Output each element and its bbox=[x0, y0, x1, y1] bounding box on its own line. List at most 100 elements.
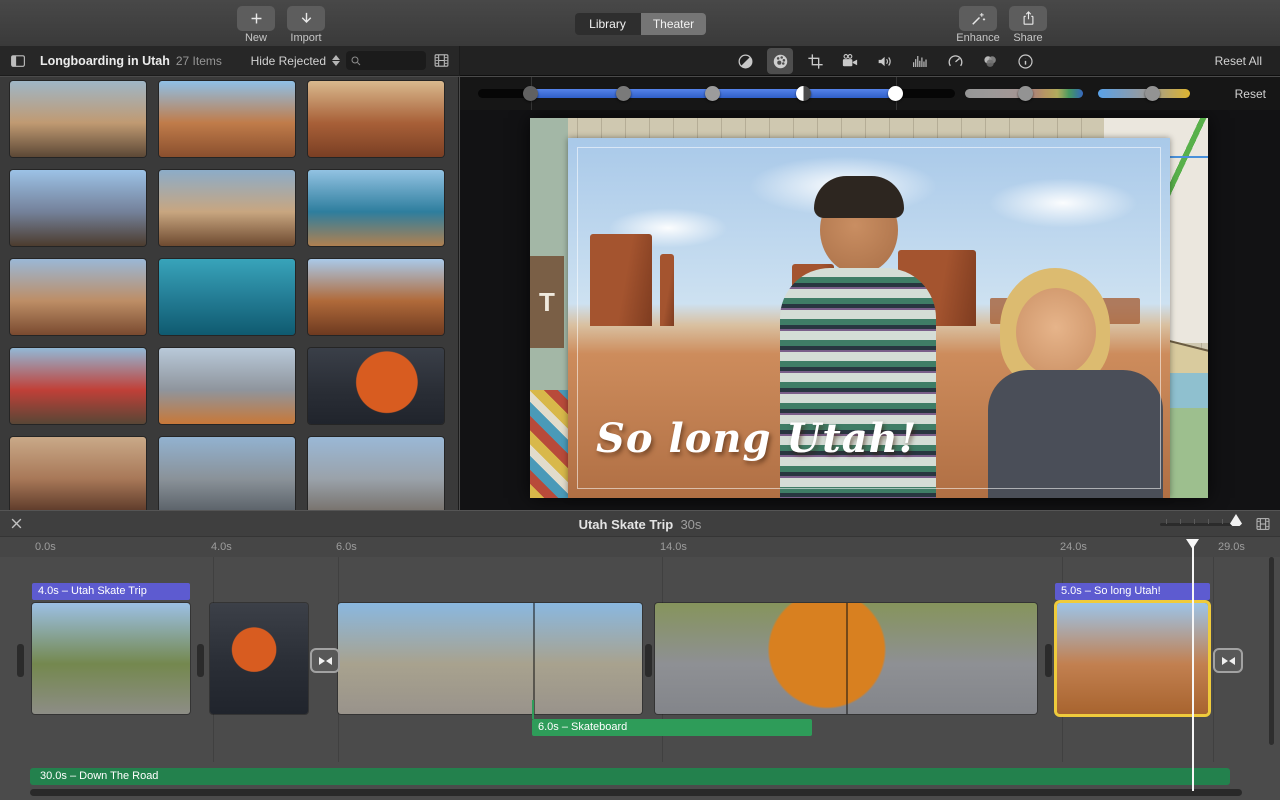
timeline-clip-orange-helmet-skaters[interactable] bbox=[655, 603, 1037, 714]
horizontal-scrollbar[interactable] bbox=[30, 789, 1242, 796]
temperature-slider[interactable] bbox=[1098, 89, 1190, 98]
adjustments-icon-row bbox=[732, 48, 1038, 74]
share-icon bbox=[1020, 10, 1037, 27]
browser-header: Longboarding in Utah 27 Items Hide Rejec… bbox=[0, 46, 460, 76]
library-theater-segmented-control: Library Theater bbox=[575, 13, 706, 35]
search-input[interactable] bbox=[365, 54, 419, 68]
timeline-clip-mountain-road-skaters[interactable] bbox=[338, 603, 642, 714]
preview-photo: So long Utah! bbox=[568, 138, 1170, 498]
browser-title: Longboarding in Utah bbox=[40, 54, 170, 68]
levels-knob-2[interactable] bbox=[705, 86, 720, 101]
filter-stepper-icon[interactable] bbox=[332, 55, 340, 66]
levels-knob-4[interactable] bbox=[888, 86, 903, 101]
color-correction-icon[interactable] bbox=[767, 48, 793, 74]
timeline-clip-couple-monument-valley[interactable] bbox=[1057, 603, 1208, 714]
preview-frame-map-collage: T 52 AUS bbox=[530, 118, 1208, 498]
new-button[interactable] bbox=[237, 6, 275, 31]
ruler-label-14.0s: 14.0s bbox=[660, 541, 687, 553]
tab-library[interactable]: Library bbox=[575, 13, 640, 35]
clip-title-bar[interactable]: 5.0s – So long Utah! bbox=[1055, 583, 1210, 600]
butte-spike bbox=[660, 254, 674, 326]
volume-icon[interactable] bbox=[872, 48, 898, 74]
filter-dropdown[interactable]: Hide Rejected bbox=[251, 54, 326, 68]
browser-thumbnail-longboarder-orange-road[interactable] bbox=[159, 348, 295, 424]
browser-thumbnail-red-helmet-portrait[interactable] bbox=[10, 348, 146, 424]
transition-icon[interactable] bbox=[1213, 648, 1243, 673]
levels-knob-3[interactable] bbox=[796, 86, 811, 101]
browser-thumbnail-canyon-mountain-biker[interactable] bbox=[308, 259, 444, 335]
temperature-slider-knob[interactable] bbox=[1145, 86, 1160, 101]
trim-handle[interactable] bbox=[645, 644, 652, 677]
project-duration: 30s bbox=[680, 517, 701, 532]
playhead-line[interactable] bbox=[1192, 539, 1194, 791]
adjustments-toolbar: Reset All bbox=[460, 46, 1280, 76]
browser-thumbnail-canyon-overlook-hiker[interactable] bbox=[308, 81, 444, 157]
timeline-project-title: Utah Skate Trip 30s bbox=[0, 517, 1280, 532]
browser-thumbnail-three-friends-selfie[interactable] bbox=[10, 259, 146, 335]
clip-title-bar[interactable]: 4.0s – Utah Skate Trip bbox=[32, 583, 190, 600]
share-button[interactable] bbox=[1009, 6, 1047, 31]
transition-icon[interactable] bbox=[310, 648, 340, 673]
browser-thumbnail-cliff-jump-lake[interactable] bbox=[308, 170, 444, 246]
clip-filter-circles-icon[interactable] bbox=[977, 48, 1003, 74]
clip-appearance-icon[interactable] bbox=[1254, 516, 1272, 532]
music-clip-down-the-road[interactable]: 30.0s – Down The Road bbox=[30, 768, 1230, 785]
enhance-button[interactable] bbox=[959, 6, 997, 31]
browser-thumbnail-friends-overlook-backs[interactable] bbox=[10, 170, 146, 246]
import-button[interactable] bbox=[287, 6, 325, 31]
trim-handle[interactable] bbox=[17, 644, 24, 677]
browser-thumbnail-lake-swimmers[interactable] bbox=[159, 259, 295, 335]
top-toolbar: New Import Library Theater Enhance Share bbox=[0, 0, 1280, 47]
filmstrip-view-icon[interactable] bbox=[432, 52, 451, 69]
levels-knob-0[interactable] bbox=[523, 86, 538, 101]
browser-thumbnail-road-skater[interactable] bbox=[308, 437, 444, 510]
speed-gauge-icon[interactable] bbox=[942, 48, 968, 74]
browser-thumbnail-monument-valley-group[interactable] bbox=[159, 81, 295, 157]
reset-all-button[interactable]: Reset All bbox=[1215, 54, 1262, 68]
levels-knob-1[interactable] bbox=[616, 86, 631, 101]
timeline-body: 4.0s – Utah Skate Trip 5.0s – So long Uta… bbox=[0, 557, 1280, 800]
magic-wand-icon bbox=[969, 10, 987, 28]
browser-thumbnail-selfie-in-bus[interactable] bbox=[10, 81, 146, 157]
crop-icon[interactable] bbox=[802, 48, 828, 74]
ruler-label-6.0s: 6.0s bbox=[336, 541, 357, 553]
vertical-scrollbar[interactable] bbox=[1269, 557, 1274, 745]
trim-handle[interactable] bbox=[197, 644, 204, 677]
timeline-header: Utah Skate Trip 30s bbox=[0, 510, 1280, 537]
saturation-slider-knob[interactable] bbox=[1018, 86, 1033, 101]
color-correction-sliders: Reset bbox=[460, 77, 1280, 110]
map-brown-card: T bbox=[530, 256, 564, 348]
thumbnail-grid bbox=[0, 77, 459, 510]
browser-thumbnail-skateboard-wheel-closeup[interactable] bbox=[308, 348, 444, 424]
search-field[interactable] bbox=[346, 51, 426, 70]
stabilization-camera-icon[interactable] bbox=[837, 48, 863, 74]
download-arrow-icon bbox=[298, 10, 315, 27]
ruler-label-4.0s: 4.0s bbox=[211, 541, 232, 553]
sidebar-toggle-icon[interactable] bbox=[8, 52, 28, 70]
butte-left bbox=[590, 234, 652, 326]
search-icon bbox=[350, 55, 362, 67]
browser-thumbnail-guitar-player-group[interactable] bbox=[159, 170, 295, 246]
cloud bbox=[988, 178, 1138, 228]
timeline-clip-desert-road[interactable] bbox=[32, 603, 190, 714]
timeline-clip-wheel-closeup[interactable] bbox=[210, 603, 308, 714]
ruler-label-24.0s: 24.0s bbox=[1060, 541, 1087, 553]
color-balance-icon[interactable] bbox=[732, 48, 758, 74]
tab-theater[interactable]: Theater bbox=[640, 13, 706, 35]
trim-handle[interactable] bbox=[1045, 644, 1052, 677]
ruler-label-0.0s: 0.0s bbox=[35, 541, 56, 553]
info-icon[interactable] bbox=[1012, 48, 1038, 74]
timeline-ruler[interactable]: 0.0s4.0s6.0s14.0s24.0s29.0s bbox=[0, 537, 1280, 557]
connected-clip-skateboard[interactable]: 6.0s – Skateboard bbox=[532, 719, 812, 736]
viewer-preview: T 52 AUS bbox=[460, 110, 1280, 510]
browser-thumbnail-downhill-skaters-group[interactable] bbox=[159, 437, 295, 510]
reset-button[interactable]: Reset bbox=[1235, 87, 1266, 101]
browser-item-count: 27 Items bbox=[176, 54, 222, 68]
imovie-window: New Import Library Theater Enhance Share bbox=[0, 0, 1280, 800]
noise-reduction-eq-icon[interactable] bbox=[907, 48, 933, 74]
share-button-label: Share bbox=[993, 32, 1063, 44]
timeline-zoom-slider[interactable] bbox=[1160, 523, 1236, 526]
import-button-label: Import bbox=[271, 32, 341, 44]
browser-thumbnail-face-closeup[interactable] bbox=[10, 437, 146, 510]
project-name: Utah Skate Trip bbox=[579, 517, 674, 532]
